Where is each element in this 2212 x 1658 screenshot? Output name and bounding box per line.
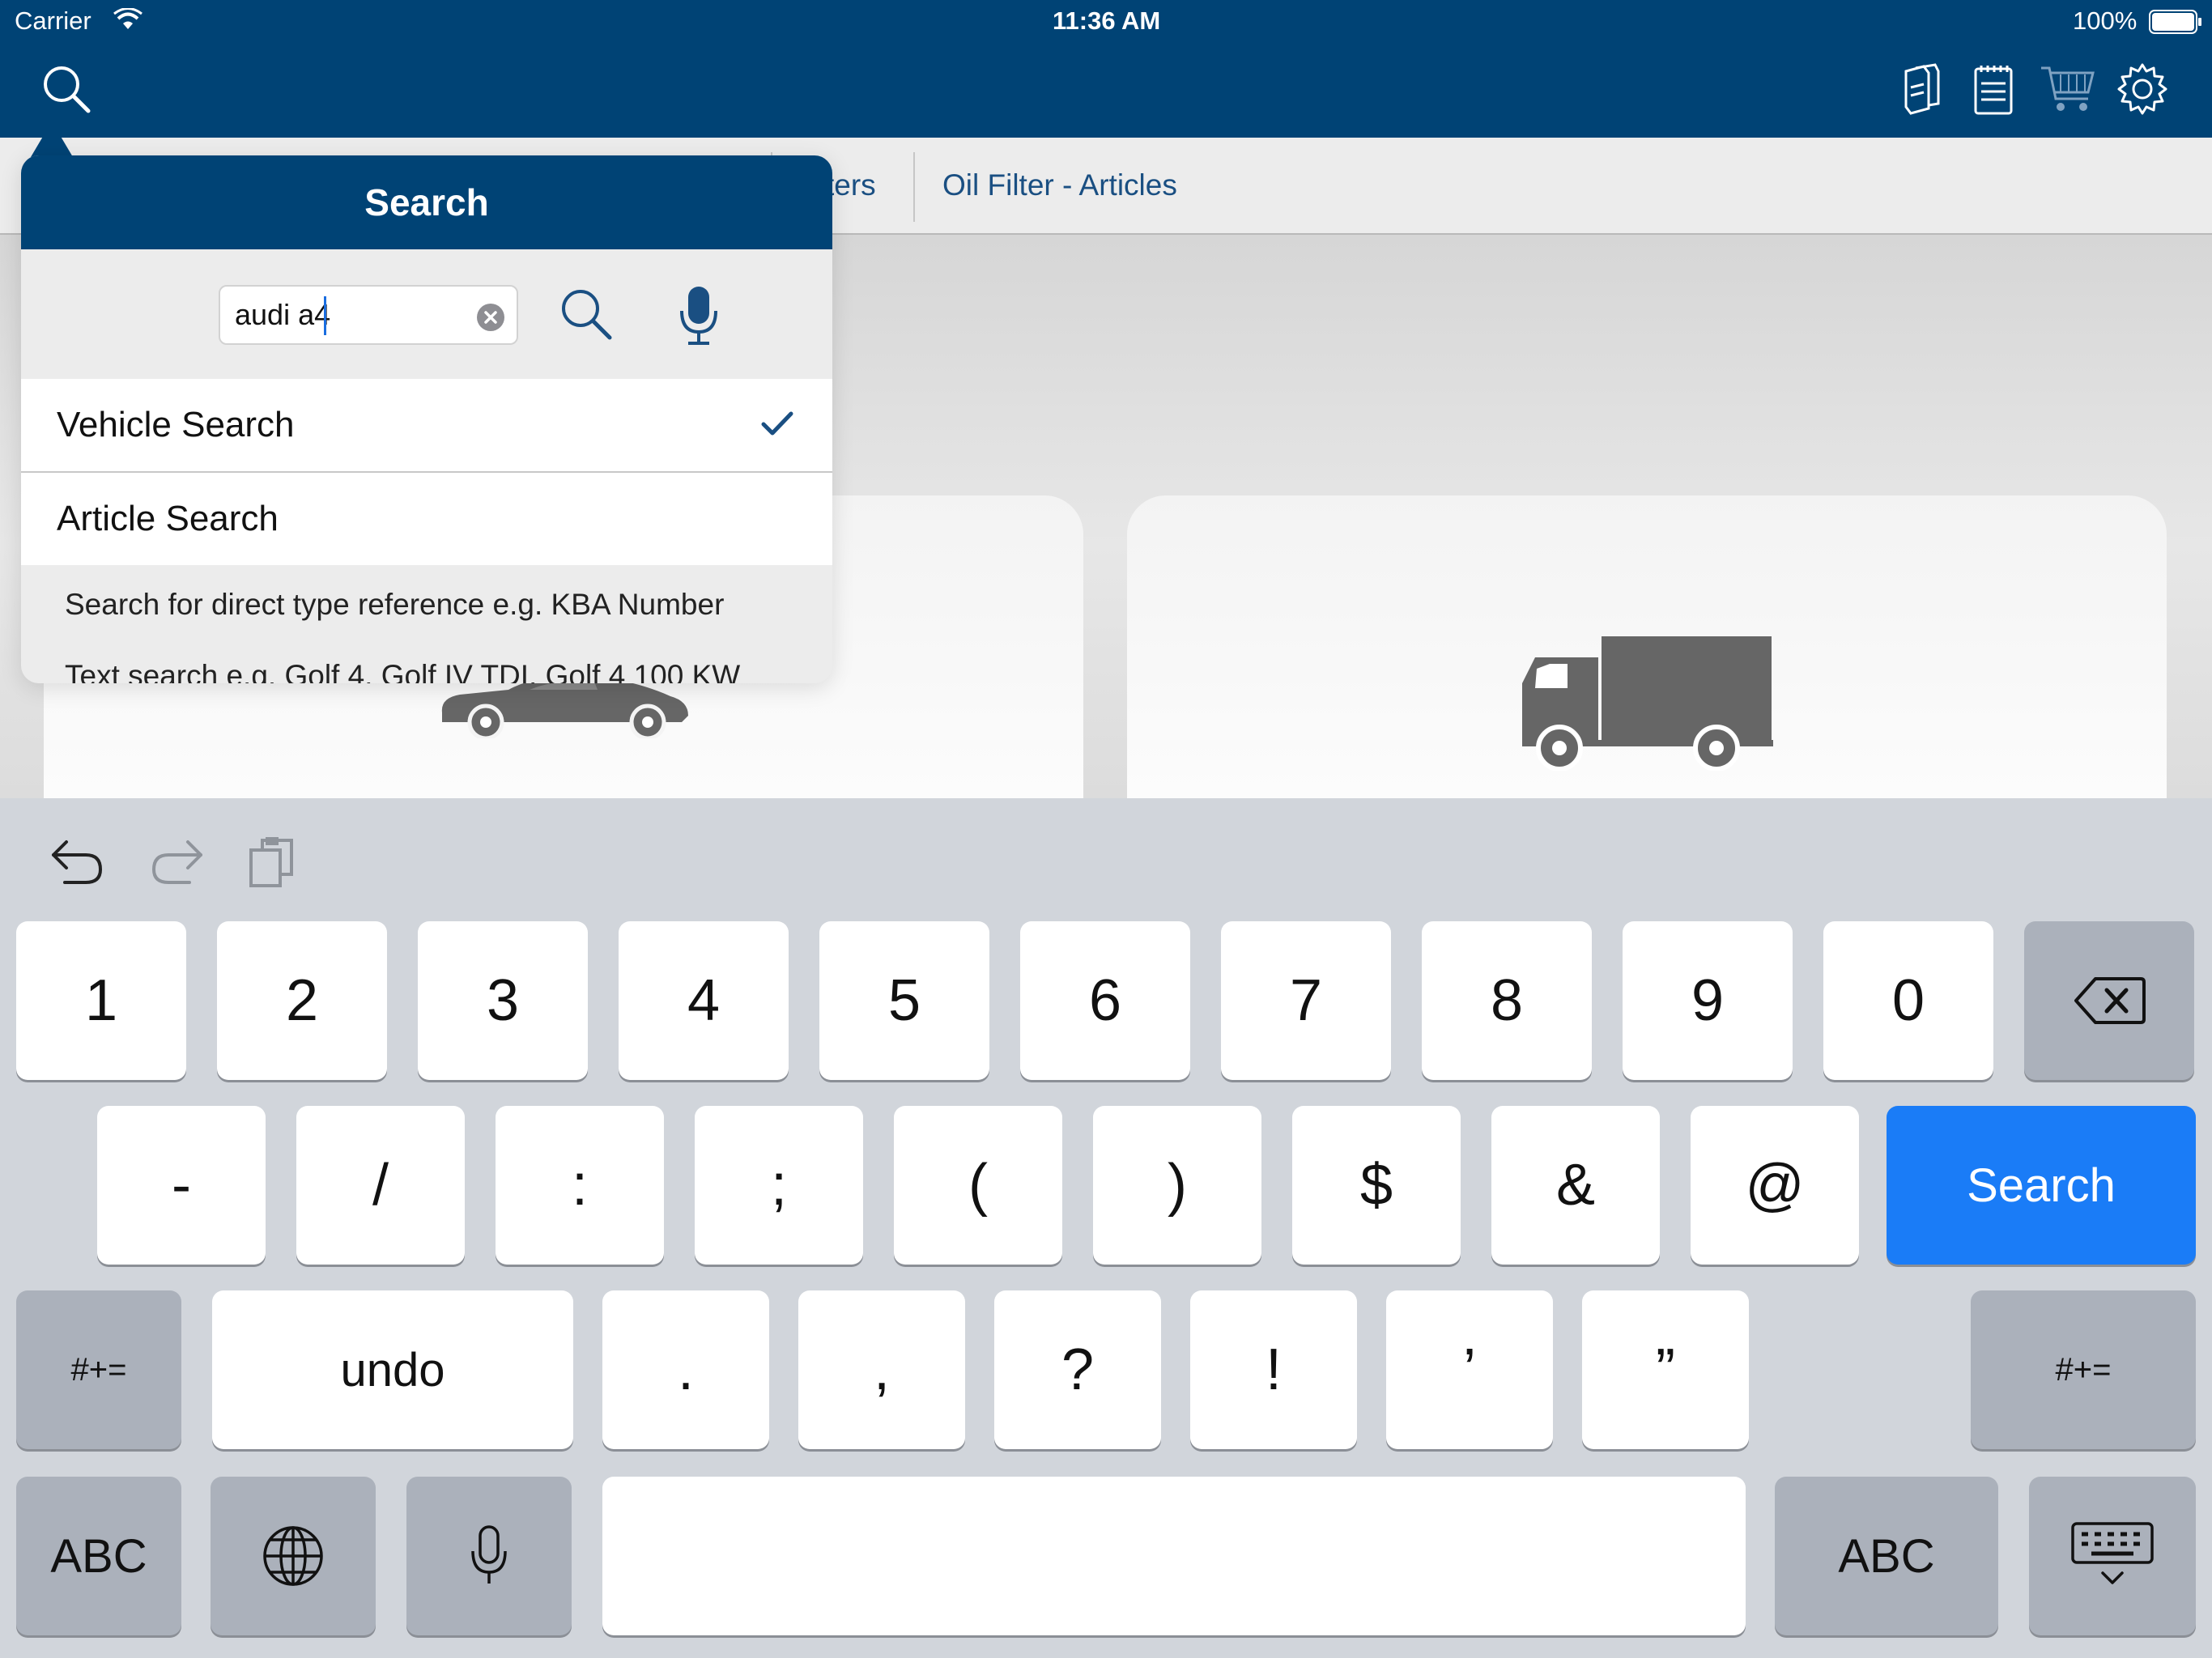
battery-percent: 100% [2073, 6, 2138, 35]
undo-key[interactable]: undo [212, 1290, 573, 1449]
key-more-symbols-right[interactable]: #+= [1971, 1290, 2196, 1449]
key-dollar[interactable]: $ [1292, 1106, 1461, 1265]
popover-title: Search [21, 155, 832, 249]
breadcrumb-separator [913, 152, 915, 222]
option-vehicle-search[interactable]: Vehicle Search [21, 379, 832, 473]
key-hyphen[interactable]: - [97, 1106, 266, 1265]
backspace-key[interactable] [2024, 921, 2194, 1080]
key-comma[interactable]: , [798, 1290, 965, 1449]
key-8[interactable]: 8 [1422, 921, 1592, 1080]
key-4[interactable]: 4 [619, 921, 789, 1080]
search-key[interactable]: Search [1887, 1106, 2196, 1265]
key-1[interactable]: 1 [16, 921, 186, 1080]
cart-icon[interactable] [2037, 60, 2099, 118]
breadcrumb-item[interactable]: ters [826, 168, 876, 202]
key-slash[interactable]: / [296, 1106, 465, 1265]
carrier-label: Carrier [15, 6, 91, 35]
key-period[interactable]: . [602, 1290, 769, 1449]
clock: 11:36 AM [1053, 6, 1161, 35]
option-article-search[interactable]: Article Search [21, 473, 832, 565]
backspace-icon [2074, 977, 2146, 1024]
key-exclamation[interactable]: ! [1190, 1290, 1357, 1449]
paste-icon[interactable] [248, 835, 300, 893]
copy-documents-icon[interactable] [1896, 60, 1948, 118]
checkmark-icon [761, 411, 793, 441]
search-submit-icon[interactable] [559, 287, 614, 346]
key-open-paren[interactable]: ( [894, 1106, 1062, 1265]
space-bar[interactable] [602, 1477, 1746, 1635]
key-ampersand[interactable]: & [1491, 1106, 1660, 1265]
onscreen-keyboard: 1 2 3 4 5 6 7 8 9 0 - / : ; ( ) $ & @ Se… [0, 798, 2212, 1658]
option-label: Article Search [57, 499, 279, 538]
truck-icon [1519, 633, 1778, 775]
globe-icon [263, 1526, 323, 1586]
dismiss-keyboard-key[interactable] [2029, 1477, 2196, 1635]
key-5[interactable]: 5 [819, 921, 989, 1080]
key-0[interactable]: 0 [1823, 921, 1993, 1080]
microphone-icon[interactable] [678, 285, 719, 351]
clear-icon[interactable] [476, 303, 505, 336]
key-3[interactable]: 3 [418, 921, 588, 1080]
abc-key-right[interactable]: ABC [1775, 1477, 1998, 1635]
key-colon[interactable]: : [496, 1106, 664, 1265]
key-2[interactable]: 2 [217, 921, 387, 1080]
search-input-value[interactable]: audi a4 [235, 298, 330, 332]
hint-text-search: Text search e.g. Golf 4, Golf IV TDI, Go… [65, 659, 741, 683]
gear-icon[interactable] [2113, 58, 2172, 120]
status-bar: Carrier 11:36 AM 100% [0, 0, 2212, 45]
wifi-icon [113, 7, 143, 37]
key-close-paren[interactable]: ) [1093, 1106, 1261, 1265]
notepad-icon[interactable] [1967, 60, 2019, 118]
key-semicolon[interactable]: ; [695, 1106, 863, 1265]
hint-type-reference: Search for direct type reference e.g. KB… [65, 588, 725, 621]
key-at[interactable]: @ [1691, 1106, 1859, 1265]
undo-icon[interactable] [49, 835, 107, 893]
text-caret [324, 296, 326, 335]
breadcrumb-item-oil-filter-articles[interactable]: Oil Filter - Articles [942, 168, 1177, 202]
keyboard-dismiss-icon [2071, 1522, 2154, 1584]
key-question[interactable]: ? [994, 1290, 1161, 1449]
key-9[interactable]: 9 [1623, 921, 1793, 1080]
key-quote[interactable]: ” [1582, 1290, 1749, 1449]
option-label: Vehicle Search [57, 405, 295, 444]
key-6[interactable]: 6 [1020, 921, 1190, 1080]
microphone-icon [471, 1525, 507, 1584]
key-7[interactable]: 7 [1221, 921, 1391, 1080]
dictation-key[interactable] [406, 1477, 572, 1635]
abc-key-left[interactable]: ABC [16, 1477, 181, 1635]
app-header: Carrier 11:36 AM 100% [0, 0, 2212, 138]
popover-arrow [31, 121, 73, 157]
key-apostrophe[interactable]: ’ [1386, 1290, 1553, 1449]
search-popover: Search audi a4 Vehicle Search Article Se… [21, 155, 832, 683]
globe-key[interactable] [211, 1477, 376, 1635]
search-icon[interactable] [37, 60, 96, 118]
search-input[interactable]: audi a4 [219, 285, 518, 345]
redo-icon[interactable] [147, 835, 206, 893]
battery-icon [2149, 10, 2202, 40]
key-more-symbols-left[interactable]: #+= [16, 1290, 181, 1449]
